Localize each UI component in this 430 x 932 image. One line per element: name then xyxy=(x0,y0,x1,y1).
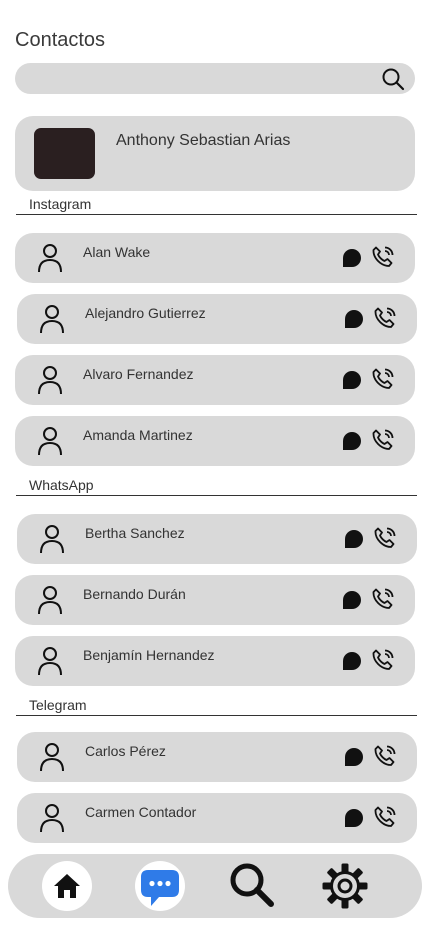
section-label: WhatsApp xyxy=(29,477,94,493)
contact-name: Alan Wake xyxy=(83,244,151,260)
contact-row[interactable]: Alejandro Gutierrez xyxy=(17,294,417,344)
nav-home-button[interactable] xyxy=(42,861,92,911)
chat-bubble-icon[interactable] xyxy=(342,651,362,671)
contact-row[interactable]: Alan Wake xyxy=(15,233,415,283)
nav-chat-button[interactable] xyxy=(135,861,185,911)
search-icon xyxy=(230,863,274,907)
section-whatsapp: WhatsApp xyxy=(16,477,417,496)
chat-icon xyxy=(141,870,179,906)
chat-bubble-icon[interactable] xyxy=(342,590,362,610)
chat-bubble-icon[interactable] xyxy=(342,248,362,268)
contact-name: Alejandro Gutierrez xyxy=(85,305,206,321)
nav-search-button[interactable] xyxy=(227,861,277,911)
contact-name: Bernando Durán xyxy=(83,586,186,602)
contact-name: Carlos Pérez xyxy=(85,743,166,759)
profile-card[interactable]: Anthony Sebastian Arias xyxy=(15,116,415,191)
search-bar[interactable] xyxy=(15,63,415,94)
settings-gear-icon xyxy=(322,863,368,909)
profile-name: Anthony Sebastian Arias xyxy=(116,132,291,149)
nav-settings-button[interactable] xyxy=(320,861,370,911)
contact-row[interactable]: Benjamín Hernandez xyxy=(15,636,415,686)
contact-name: Benjamín Hernandez xyxy=(83,647,215,663)
phone-call-icon[interactable] xyxy=(371,367,395,391)
profile-photo xyxy=(34,128,95,179)
user-icon xyxy=(40,525,64,554)
contact-name: Bertha Sanchez xyxy=(85,525,185,541)
chat-bubble-icon[interactable] xyxy=(342,431,362,451)
contact-row[interactable]: Amanda Martinez xyxy=(15,416,415,466)
contact-name: Carmen Contador xyxy=(85,804,197,820)
chat-bubble-icon[interactable] xyxy=(344,747,364,767)
user-icon xyxy=(40,804,64,833)
phone-call-icon[interactable] xyxy=(371,648,395,672)
user-icon xyxy=(40,305,64,334)
user-icon xyxy=(38,366,62,395)
user-icon xyxy=(40,743,64,772)
section-telegram: Telegram xyxy=(16,697,417,716)
contact-row[interactable]: Bertha Sanchez xyxy=(17,514,417,564)
phone-call-icon[interactable] xyxy=(373,805,397,829)
contact-row[interactable]: Carmen Contador xyxy=(17,793,417,843)
page-title: Contactos xyxy=(15,29,106,51)
contact-row[interactable]: Bernando Durán xyxy=(15,575,415,625)
phone-call-icon[interactable] xyxy=(371,245,395,269)
user-icon xyxy=(38,427,62,456)
chat-bubble-icon[interactable] xyxy=(344,309,364,329)
section-label: Instagram xyxy=(29,196,92,212)
user-icon xyxy=(38,647,62,676)
search-input[interactable] xyxy=(27,63,377,94)
home-icon xyxy=(54,874,80,898)
contact-row[interactable]: Carlos Pérez xyxy=(17,732,417,782)
contact-name: Alvaro Fernandez xyxy=(83,366,194,382)
phone-call-icon[interactable] xyxy=(373,744,397,768)
chat-bubble-icon[interactable] xyxy=(342,370,362,390)
phone-call-icon[interactable] xyxy=(373,306,397,330)
user-icon xyxy=(38,244,62,273)
chat-bubble-icon[interactable] xyxy=(344,808,364,828)
search-icon[interactable] xyxy=(381,67,405,91)
section-instagram: Instagram xyxy=(16,196,417,215)
contact-row[interactable]: Alvaro Fernandez xyxy=(15,355,415,405)
chat-bubble-icon[interactable] xyxy=(344,529,364,549)
phone-call-icon[interactable] xyxy=(373,526,397,550)
contact-name: Amanda Martinez xyxy=(83,427,193,443)
phone-call-icon[interactable] xyxy=(371,428,395,452)
section-label: Telegram xyxy=(29,697,87,713)
bottom-nav xyxy=(8,854,422,918)
phone-call-icon[interactable] xyxy=(371,587,395,611)
user-icon xyxy=(38,586,62,615)
